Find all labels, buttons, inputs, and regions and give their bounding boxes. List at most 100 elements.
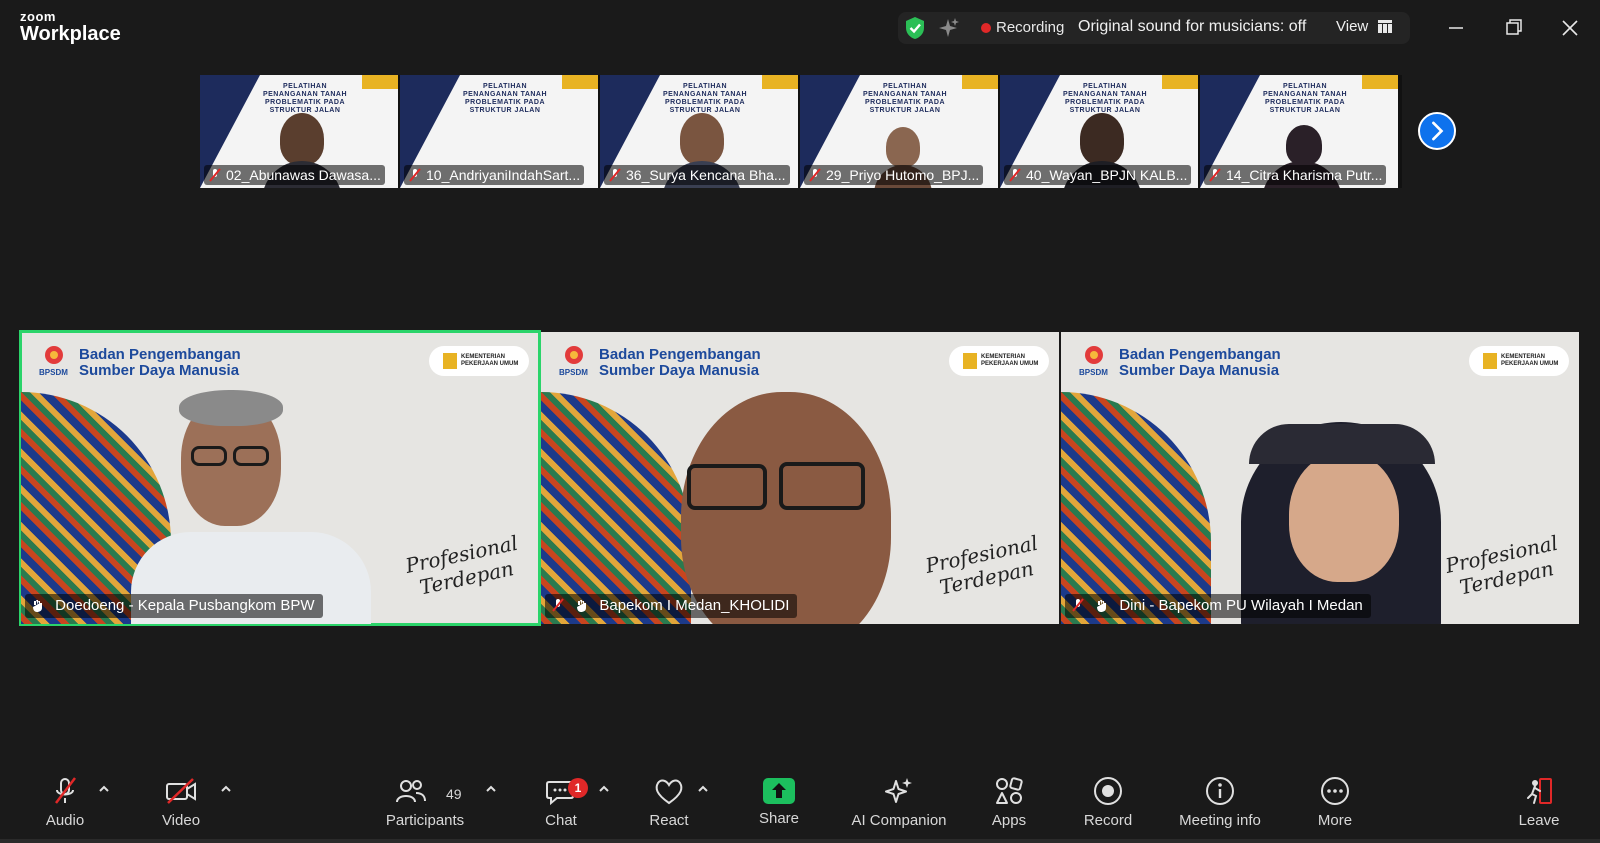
restore-icon[interactable] xyxy=(1500,14,1528,42)
raised-hand-icon xyxy=(1097,600,1107,612)
thumbnail-banner: PELATIHAN PENANGANAN TANAH PROBLEMATIK PAD… xyxy=(262,83,348,114)
thumbnail-banner: PELATIHAN PENANGANAN TANAH PROBLEMATIK PAD… xyxy=(862,83,948,114)
apps-icon xyxy=(996,777,1023,804)
app-logo: zoom Workplace xyxy=(20,10,121,44)
logo-zoom: zoom xyxy=(20,9,56,24)
muted-microphone-icon xyxy=(55,777,76,804)
thumbnail-name: 36_Surya Kencana Bha... xyxy=(604,165,790,185)
participant-face xyxy=(680,113,724,165)
participant-nametag: Bapekom I Medan_KHOLIDI xyxy=(545,594,798,618)
video-options-chevron-icon[interactable] xyxy=(220,784,232,794)
participant-thumbnail[interactable]: PELATIHAN PENANGANAN TANAH PROBLEMATIK PAD… xyxy=(800,75,998,188)
participant-thumbnail[interactable]: PELATIHAN PENANGANAN TANAH PROBLEMATIK PAD… xyxy=(1000,75,1198,188)
leave-button[interactable]: Leave xyxy=(1514,776,1564,836)
heart-icon xyxy=(655,779,683,805)
glasses xyxy=(191,446,227,466)
participant-face xyxy=(886,127,920,167)
glasses xyxy=(233,446,269,466)
muted-mic-icon xyxy=(209,168,221,182)
window-bottom-border xyxy=(0,839,1600,843)
ai-companion-sparkle-icon xyxy=(885,778,912,803)
audio-options-chevron-icon[interactable] xyxy=(98,784,110,794)
video-off-icon xyxy=(166,778,196,804)
share-screen-icon xyxy=(763,778,795,804)
ministry-badge: KEMENTERIAN PEKERJAAN UMUM xyxy=(429,346,529,376)
video-tile[interactable]: BPSDM Badan Pengembangan Sumber Daya Man… xyxy=(1061,332,1579,624)
thumbnail-name: 29_Priyo Hutomo_BPJ... xyxy=(804,165,984,185)
leave-door-icon xyxy=(1527,778,1552,804)
muted-mic-icon xyxy=(552,598,564,612)
muted-mic-icon xyxy=(1209,168,1221,182)
more-button[interactable]: More xyxy=(1310,776,1360,836)
ministry-badge: KEMENTERIAN PEKERJAAN UMUM xyxy=(1469,346,1569,376)
react-button[interactable]: React xyxy=(643,776,695,836)
next-page-chevron-icon[interactable] xyxy=(1418,112,1456,150)
ai-sparkle-icon[interactable] xyxy=(938,17,960,39)
thumbnail-name: 14_Citra Kharisma Putr... xyxy=(1204,165,1387,185)
recording-label[interactable]: Recording xyxy=(996,19,1064,36)
glasses xyxy=(687,464,767,510)
batik-background xyxy=(1061,392,1211,624)
info-icon xyxy=(1206,777,1234,805)
participant-nametag: Dini - Bapekom PU Wilayah I Medan xyxy=(1065,594,1371,618)
muted-mic-icon xyxy=(1009,168,1021,182)
raised-hand-icon xyxy=(33,600,42,612)
thumbnail-name: 40_Wayan_BPJN KALB... xyxy=(1004,165,1192,185)
apps-button[interactable]: Apps xyxy=(984,776,1034,836)
muted-mic-icon xyxy=(409,168,421,182)
video-tile-active-speaker[interactable]: BPSDM Badan Pengembangan Sumber Daya Man… xyxy=(19,330,541,626)
chat-unread-badge: 1 xyxy=(568,778,588,798)
record-button[interactable]: Record xyxy=(1080,776,1136,836)
video-button[interactable]: Video xyxy=(156,776,206,836)
react-options-chevron-icon[interactable] xyxy=(697,784,709,794)
share-button[interactable]: Share xyxy=(754,776,804,836)
close-icon[interactable] xyxy=(1556,14,1584,42)
participant-thumbnail[interactable]: PELATIHAN PENANGANAN TANAH PROBLEMATIK PAD… xyxy=(200,75,398,188)
headphones xyxy=(1249,424,1435,464)
raised-hand-icon xyxy=(577,600,587,612)
glasses xyxy=(779,462,865,510)
participants-button[interactable]: Participants xyxy=(380,776,470,836)
share-arrow-icon xyxy=(772,783,786,798)
slogan: Profesional Terdepan xyxy=(403,530,520,600)
muted-mic-icon xyxy=(609,168,621,182)
logo-workplace: Workplace xyxy=(20,23,121,45)
participant-face xyxy=(1289,452,1399,582)
video-tile[interactable]: BPSDM Badan Pengembangan Sumber Daya Man… xyxy=(541,332,1059,624)
participant-thumbnail[interactable]: PELATIHAN PENANGANAN TANAH PROBLEMATIK PAD… xyxy=(400,75,598,188)
participant-thumbnail[interactable]: PELATIHAN PENANGANAN TANAH PROBLEMATIK PAD… xyxy=(600,75,798,188)
ministry-badge: KEMENTERIAN PEKERJAAN UMUM xyxy=(949,346,1049,376)
more-options-icon xyxy=(1321,777,1349,805)
minimize-icon[interactable] xyxy=(1442,14,1470,42)
audio-button[interactable]: Audio xyxy=(40,776,90,836)
grid-view-icon[interactable] xyxy=(1378,20,1392,33)
view-button[interactable]: View xyxy=(1336,18,1368,35)
bpsdm-logo-icon xyxy=(1085,346,1103,364)
participant-thumbnail[interactable]: PELATIHAN PENANGANAN TANAH PROBLEMATIK PAD… xyxy=(1200,75,1398,188)
record-icon xyxy=(1094,777,1122,805)
thumbnail-banner: PELATIHAN PENANGANAN TANAH PROBLEMATIK PAD… xyxy=(662,83,748,114)
meeting-info-button[interactable]: Meeting info xyxy=(1172,776,1268,836)
participant-filmstrip: PELATIHAN PENANGANAN TANAH PROBLEMATIK PAD… xyxy=(200,75,1402,188)
muted-mic-icon xyxy=(1072,598,1084,612)
thumbnail-banner: PELATIHAN PENANGANAN TANAH PROBLEMATIK PAD… xyxy=(1262,83,1348,114)
bpsdm-logo-icon xyxy=(565,346,583,364)
participants-icon xyxy=(396,780,426,803)
participant-face xyxy=(1080,113,1124,165)
recording-dot-icon xyxy=(981,23,991,33)
participant-face xyxy=(1286,125,1322,165)
ai-companion-button[interactable]: AI Companion xyxy=(846,776,952,836)
thumbnail-banner: PELATIHAN PENANGANAN TANAH PROBLEMATIK PAD… xyxy=(1062,83,1148,114)
chat-options-chevron-icon[interactable] xyxy=(598,784,610,794)
original-sound-status[interactable]: Original sound for musicians: off xyxy=(1078,18,1306,36)
batik-background xyxy=(541,392,691,624)
participants-options-chevron-icon[interactable] xyxy=(485,784,497,794)
participant-hair xyxy=(179,390,283,426)
participant-nametag: Doedoeng - Kepala Pusbangkom BPW xyxy=(25,594,323,618)
thumbnail-name: 02_Abunawas Dawasa... xyxy=(204,165,385,185)
slogan: Profesional Terdepan xyxy=(1443,530,1560,600)
shield-icon[interactable] xyxy=(904,16,926,40)
muted-mic-icon xyxy=(809,168,821,182)
participant-face xyxy=(280,113,324,165)
thumbnail-name: 10_AndriyaniIndahSart... xyxy=(404,165,585,185)
